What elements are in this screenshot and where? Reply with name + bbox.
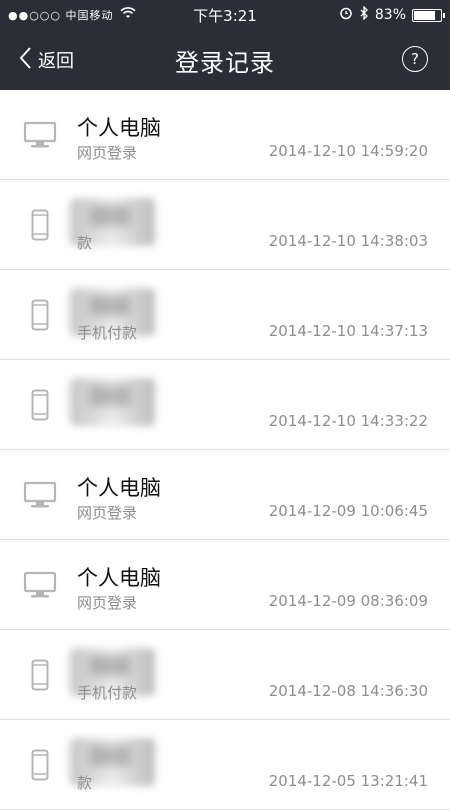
alarm-icon [339, 6, 353, 24]
login-record-row: 2014-12-10 14:33:22 [0, 360, 450, 450]
redacted-device-name-shade [90, 746, 130, 766]
login-time: 2014-12-08 14:36:30 [268, 682, 428, 700]
login-record-row: 款 2014-12-05 13:21:41 [0, 720, 450, 810]
status-bar: ●●○○○ 中国移动 下午3:21 83% [0, 0, 450, 30]
login-record-row: 个人电脑网页登录 2014-12-09 08:36:09 [0, 540, 450, 630]
login-record-list: 个人电脑 网页登录 2014-12-10 14:59:20 款 2014-12-10 1… [0, 90, 450, 810]
login-method: 款 [77, 774, 93, 792]
login-record-row: 手机付款 2014-12-08 14:36:30 [0, 630, 450, 720]
login-time: 2014-12-09 10:06:45 [268, 502, 428, 520]
wifi-icon [119, 7, 136, 23]
login-method: 网页登录 [77, 594, 138, 612]
login-record-row: 款 2014-12-10 14:38:03 [0, 180, 450, 270]
login-method: 手机付款 [77, 684, 138, 702]
page-title: 登录记录 [175, 48, 275, 77]
login-method: 手机付款 [77, 324, 138, 342]
login-record-row: 个人电脑网页登录 2014-12-09 10:06:45 [0, 450, 450, 540]
phone-icon [22, 658, 58, 692]
status-right: 83% [339, 5, 445, 24]
battery-fill [414, 10, 436, 20]
device-name: 个人电脑 [77, 116, 161, 140]
computer-icon [22, 478, 58, 512]
redacted-device-name-shade [90, 386, 130, 406]
battery-percent: 83% [374, 7, 406, 23]
battery-icon [412, 8, 445, 22]
redacted-device-name-shade [90, 206, 130, 226]
computer-icon [22, 118, 58, 152]
help-button[interactable]: ? [402, 46, 428, 72]
status-left: ●●○○○ 中国移动 [8, 7, 136, 23]
carrier-signal: ●●○○○ 中国移动 [8, 9, 114, 22]
device-name: 个人电脑 [77, 476, 161, 500]
login-method: 网页登录 [77, 504, 138, 522]
phone-icon [22, 298, 58, 332]
login-method: 网页登录 [77, 144, 138, 162]
phone-icon [22, 748, 58, 782]
login-time: 2014-12-10 14:37:13 [268, 322, 428, 340]
login-method: 款 [77, 234, 93, 252]
phone-icon [22, 388, 58, 422]
login-time: 2014-12-10 14:33:22 [268, 412, 428, 430]
login-time: 2014-12-10 14:38:03 [268, 232, 428, 250]
nav-bar: 返回 登录记录 ? [0, 30, 450, 90]
login-record-row: 个人电脑网页登录 2014-12-10 14:59:20 [0, 90, 450, 180]
bluetooth-icon [359, 5, 369, 24]
phone-icon [22, 208, 58, 242]
redacted-device-name-shade [90, 656, 130, 676]
redacted-device-name-shade [90, 296, 130, 316]
device-name: 个人电脑 [77, 566, 161, 590]
question-icon: ? [411, 50, 419, 68]
login-time: 2014-12-05 13:21:41 [268, 772, 428, 790]
login-time: 2014-12-10 14:59:20 [268, 142, 428, 160]
computer-icon [22, 568, 58, 602]
login-record-row: 手机付款 2014-12-10 14:37:13 [0, 270, 450, 360]
login-time: 2014-12-09 08:36:09 [268, 592, 428, 610]
